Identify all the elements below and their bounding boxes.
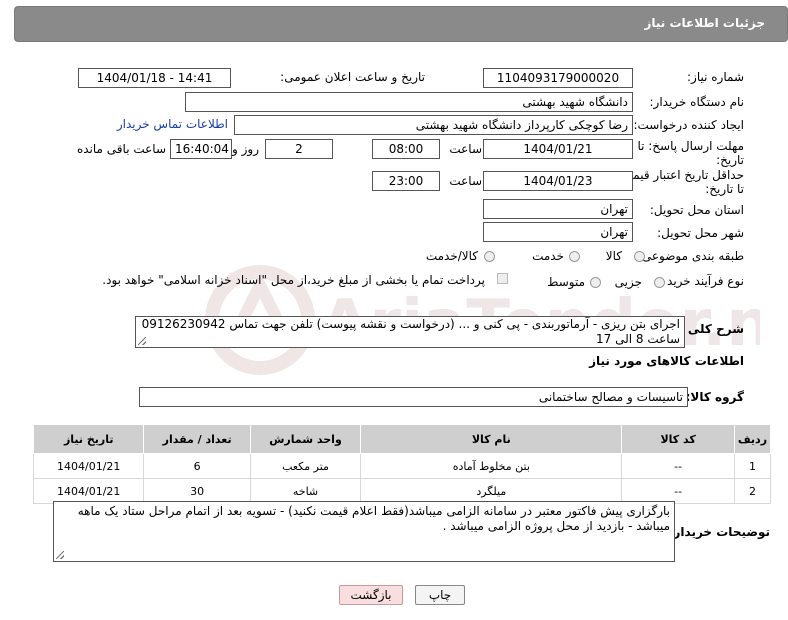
category-radio-both[interactable] — [484, 251, 495, 262]
table-row: 1 -- بتن مخلوط آماده متر مکعب 6 1404/01/… — [32, 453, 772, 479]
remaining-time-field[interactable]: 16:40:04 — [170, 139, 232, 159]
cell-date: 1404/01/21 — [32, 478, 145, 504]
need-number-label: شماره نیاز: — [687, 70, 744, 84]
cell-unit: متر مکعب — [249, 453, 362, 479]
payment-checkbox[interactable] — [497, 273, 508, 284]
province-label: استان محل تحویل: — [649, 203, 744, 217]
province-field[interactable]: تهران — [483, 199, 633, 219]
process-label: نوع فرآیند خرید : — [659, 274, 744, 288]
buyer-notes-label: توضیحات خریدار: — [668, 525, 770, 539]
validity-label-1: حداقل تاریخ اعتبار قیمت: — [617, 168, 744, 182]
category-option-both: کالا/خدمت — [425, 249, 478, 263]
creator-label: ایجاد کننده درخواست: — [633, 118, 744, 132]
deadline-label-1: مهلت ارسال پاسخ: تا — [637, 139, 744, 153]
deadline-time-field[interactable]: 08:00 — [372, 139, 440, 159]
announce-field[interactable]: 1404/01/18 - 14:41 — [78, 68, 231, 88]
category-radio-service[interactable] — [569, 251, 580, 262]
resize-grip-icon[interactable] — [56, 551, 64, 559]
contact-info-link[interactable]: اطلاعات تماس خریدار — [117, 117, 228, 131]
process-radio-partial[interactable] — [654, 277, 665, 288]
table-row: 2 -- میلگرد شاخه 30 1404/01/21 — [32, 478, 772, 504]
resize-grip-icon[interactable] — [138, 337, 146, 345]
category-option-goods: کالا — [605, 249, 622, 263]
col-row: ردیف — [733, 424, 772, 454]
category-label: طبقه بندی موضوعی: — [637, 249, 744, 263]
creator-field[interactable]: رضا کوچکی کارپرداز دانشگاه شهید بهشتی — [234, 115, 633, 135]
goods-group-field[interactable]: تاسیسات و مصالح ساختمانی — [139, 387, 688, 407]
days-field[interactable]: 2 — [265, 139, 333, 159]
city-label: شهر محل تحویل: — [657, 226, 744, 240]
col-name: نام کالا — [360, 424, 623, 454]
cell-code: -- — [621, 478, 735, 504]
buyer-org-field[interactable]: دانشگاه شهید بهشتی — [185, 92, 633, 112]
announce-label: تاریخ و ساعت اعلان عمومی: — [280, 70, 425, 84]
description-text: اجرای بتن ریزی - آرماتوربندی - پی کنی و … — [141, 317, 680, 346]
cell-qty: 6 — [143, 453, 251, 479]
process-option-medium: متوسط — [547, 275, 585, 289]
cell-name: بتن مخلوط آماده — [360, 453, 623, 479]
payment-note: پرداخت تمام یا بخشی از مبلغ خرید،از محل … — [102, 273, 485, 287]
remaining-label: ساعت باقی مانده — [76, 142, 166, 156]
buyer-notes-textarea[interactable]: بارگزاری پیش فاکتور معتبر در سامانه الزا… — [53, 501, 675, 562]
buyer-notes-text: بارگزاری پیش فاکتور معتبر در سامانه الزا… — [77, 504, 670, 533]
cell-date: 1404/01/21 — [32, 453, 145, 479]
need-number-field[interactable]: 1104093179000020 — [483, 68, 633, 88]
process-radio-medium[interactable] — [590, 277, 601, 288]
validity-date-field[interactable]: 1404/01/23 — [483, 171, 633, 191]
cell-row: 2 — [733, 478, 772, 504]
print-button[interactable]: چاپ — [415, 585, 465, 605]
cell-code: -- — [621, 453, 735, 479]
col-date: تاریخ نیاز — [32, 424, 145, 454]
cell-name: میلگرد — [360, 478, 623, 504]
goods-section-title: اطلاعات کالاهای مورد نیاز — [589, 354, 744, 368]
deadline-time-label: ساعت — [449, 142, 482, 156]
page-title: جزئیات اطلاعات نیاز — [644, 16, 765, 30]
buyer-org-label: نام دستگاه خریدار: — [649, 95, 745, 109]
cell-qty: 30 — [143, 478, 251, 504]
validity-label-2: تا تاریخ: — [705, 182, 744, 196]
category-option-service: خدمت — [532, 249, 564, 263]
cell-unit: شاخه — [249, 478, 362, 504]
col-unit: واحد شمارش — [249, 424, 362, 454]
goods-group-label: گروه کالا: — [685, 390, 744, 404]
page-header: جزئیات اطلاعات نیاز — [14, 6, 788, 42]
cell-row: 1 — [733, 453, 772, 479]
col-qty: تعداد / مقدار — [143, 424, 251, 454]
city-field[interactable]: تهران — [483, 222, 633, 242]
goods-table-header: ردیف کد کالا نام کالا واحد شمارش تعداد /… — [32, 424, 772, 454]
col-code: کد کالا — [621, 424, 735, 454]
back-button[interactable]: بازگشت — [339, 585, 403, 605]
process-option-partial: جزیی — [614, 275, 642, 289]
validity-time-label: ساعت — [449, 174, 482, 188]
deadline-label-2: تاریخ: — [716, 153, 744, 167]
description-textarea[interactable]: اجرای بتن ریزی - آرماتوربندی - پی کنی و … — [135, 316, 685, 348]
deadline-date-field[interactable]: 1404/01/21 — [483, 139, 633, 159]
goods-table: ردیف کد کالا نام کالا واحد شمارش تعداد /… — [32, 424, 772, 504]
validity-time-field[interactable]: 23:00 — [372, 171, 440, 191]
days-label: روز و — [232, 142, 259, 156]
category-radio-goods[interactable] — [634, 251, 645, 262]
